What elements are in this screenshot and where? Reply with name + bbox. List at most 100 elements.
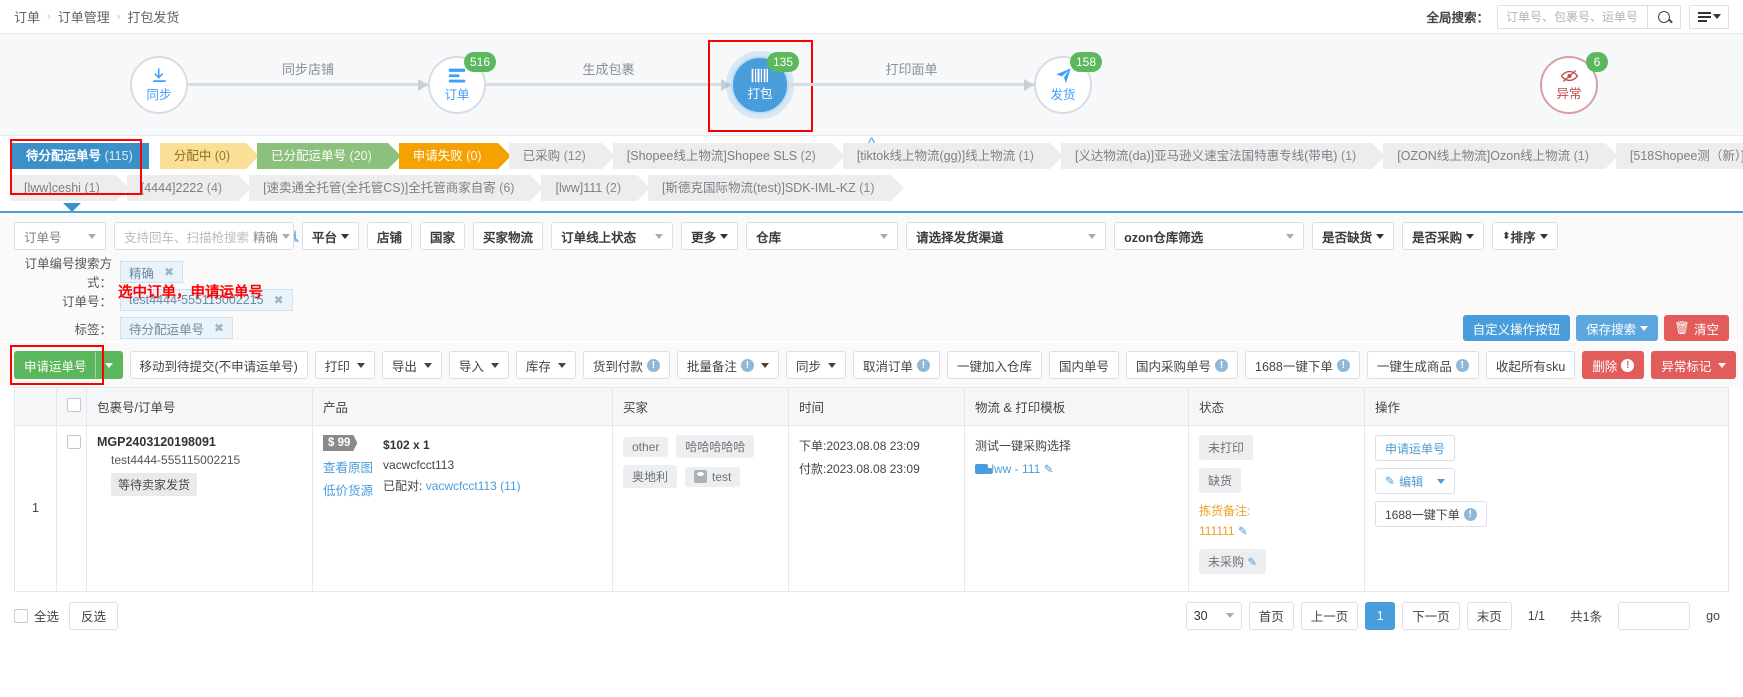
collapse-sku-button[interactable]: 收起所有sku (1485, 351, 1576, 379)
order-no-select[interactable]: 订单号 (14, 222, 106, 250)
domestic-purchase-no-button[interactable]: 国内采购单号 ! (1126, 351, 1239, 379)
goto-page-input[interactable] (1618, 601, 1691, 630)
step-circle-order[interactable]: 订单 516 (428, 51, 496, 114)
tab-lww-111[interactable]: [lww]111 (2) (541, 175, 650, 201)
page-number-1[interactable]: 1 (1365, 601, 1396, 630)
low-price-source-link[interactable]: 低价货源 (323, 480, 373, 499)
tab-sdk-iml-kz[interactable]: [斯德克国际物流(test)]SDK-IML-KZ (1) (648, 175, 904, 201)
tab-allocated-waybill[interactable]: 已分配运单号 (20) (257, 143, 401, 169)
step-circle-pack[interactable]: 打包 135 (731, 51, 799, 114)
stock-status-tag: 缺货 (1199, 468, 1242, 493)
tab-lww-ceshi[interactable]: [lww]ceshi (1) (10, 175, 129, 201)
import-button[interactable]: 导入 (448, 351, 509, 379)
step-circle-sync[interactable]: 同步 (130, 55, 188, 114)
step-sync[interactable]: 同步 (130, 55, 188, 114)
first-page-button[interactable]: 首页 (1248, 601, 1294, 630)
sync-button[interactable]: 同步 (785, 351, 846, 379)
close-icon[interactable]: ✖ (164, 265, 174, 279)
row-1688-order-button[interactable]: 1688一键下单 ! (1375, 501, 1487, 527)
view-menu-button[interactable] (1689, 4, 1729, 29)
goto-button[interactable]: go (1697, 602, 1729, 630)
tab-label: [OZON线上物流]Ozon线上物流 (1397, 149, 1571, 163)
invert-selection-button[interactable]: 反选 (69, 601, 119, 630)
tab-ozon-logistics[interactable]: [OZON线上物流]Ozon线上物流 (1) (1383, 143, 1618, 169)
country-filter[interactable]: 国家 (420, 222, 466, 250)
step-circle-ship[interactable]: 发货 158 (1034, 51, 1102, 114)
buyer-logistics-filter[interactable]: 买家物流 (473, 222, 544, 250)
sort-filter[interactable]: ⬍ 排序 (1492, 222, 1558, 250)
order-online-status-filter[interactable]: 订单线上状态 (551, 222, 674, 250)
clear-button[interactable]: 🗑 清空 (1664, 315, 1729, 341)
edit-icon[interactable]: ✎ (1247, 557, 1257, 569)
tab-518shopee[interactable]: [518Shopee测（新）]所遇到的 (1) (1615, 143, 1743, 169)
tab-pending-waybill[interactable]: 待分配运单号 (115) (10, 143, 149, 169)
view-image-link[interactable]: 查看原图 (323, 457, 373, 476)
exception-mark-button[interactable]: 异常标记 (1651, 351, 1737, 379)
row-edit-button[interactable]: ✎ 编辑 (1375, 468, 1456, 494)
criteria-tag-label[interactable]: 待分配运单号 ✖ (120, 317, 234, 339)
last-page-button[interactable]: 末页 (1466, 601, 1512, 630)
chevron-down-icon (1225, 613, 1234, 619)
generate-product-button[interactable]: 一键生成商品 ! (1366, 351, 1479, 379)
apply-waybill-button[interactable]: 申请运单号 (14, 351, 123, 379)
print-template-name[interactable]: lww - 111 (991, 462, 1040, 476)
more-filter[interactable]: 更多 (681, 222, 739, 250)
edit-icon[interactable]: ✎ (1044, 464, 1054, 476)
search-mode-label[interactable]: 精确 (253, 227, 278, 246)
purchased-filter[interactable]: 是否采购 (1402, 222, 1485, 250)
edit-icon[interactable]: ✎ (1238, 526, 1248, 538)
status-tabs-row-2: [lww]ceshi (1) [4444]2222 (4) [速卖通全托管(全托… (10, 175, 1733, 201)
domestic-tracking-button[interactable]: 国内单号 (1048, 351, 1119, 379)
next-page-button[interactable]: 下一页 (1402, 601, 1460, 630)
tab-purchased[interactable]: 已采购 (12) (508, 143, 616, 169)
platform-filter[interactable]: 平台 (302, 222, 360, 250)
export-button[interactable]: 导出 (381, 351, 442, 379)
tab-shopee-sls[interactable]: [Shopee线上物流]Shopee SLS (2) (612, 143, 845, 169)
step-circle-exception[interactable]: 异常 6 (1540, 51, 1608, 114)
page-size-select[interactable]: 30 (1185, 601, 1242, 630)
tab-apply-failed[interactable]: 申请失败 (0) (398, 143, 511, 169)
select-all-checkbox-footer[interactable] (14, 608, 28, 623)
warehouse-select[interactable]: 仓库 (746, 222, 899, 250)
criteria-tag-search-mode[interactable]: 精确 ✖ (120, 261, 184, 283)
shop-filter[interactable]: 店铺 (367, 222, 413, 250)
tab-yida-logistics[interactable]: [义达物流(da)]亚马逊义速宝法国特惠专线(带电) (1) (1060, 143, 1386, 169)
save-search-button[interactable]: 保存搜索 (1576, 315, 1659, 341)
cancel-order-button[interactable]: 取消订单 ! (852, 351, 940, 379)
search-icon[interactable] (294, 230, 297, 242)
tab-allocating[interactable]: 分配中 (0) (159, 143, 260, 169)
prev-page-button[interactable]: 上一页 (1300, 601, 1359, 630)
out-of-stock-filter[interactable]: 是否缺货 (1312, 222, 1395, 250)
tab-aliexpress-full-custody[interactable]: [速卖通全托管(全托管CS)]全托管商家自寄 (6) (249, 175, 544, 201)
global-search-button[interactable] (1647, 4, 1681, 29)
step-pack[interactable]: 打包 135 (708, 39, 813, 132)
print-button[interactable]: 打印 (314, 351, 375, 379)
1688-order-button[interactable]: 1688一键下单 ! (1245, 351, 1360, 379)
inventory-button[interactable]: 库存 (515, 351, 576, 379)
select-all-label[interactable]: 全选 (14, 606, 59, 625)
product-match-value[interactable]: vacwcfcct113 (11) (426, 479, 521, 493)
step-ship[interactable]: 发货 158 (1034, 51, 1102, 114)
step-order[interactable]: 订单 516 (428, 51, 496, 114)
row-checkbox[interactable] (67, 435, 81, 449)
batch-note-button[interactable]: 批量备注 ! (676, 351, 779, 379)
breadcrumb-item-0[interactable]: 订单 (14, 7, 40, 26)
select-all-checkbox[interactable] (67, 398, 81, 412)
global-search-input[interactable]: 订单号、包裹号、运单号 (1497, 4, 1647, 29)
step-exception[interactable]: 异常 6 (1540, 51, 1608, 114)
search-input[interactable]: 支持回车、扫描枪搜索 精确 (114, 222, 297, 250)
ozon-warehouse-select[interactable]: ozon仓库筛选 (1114, 222, 1305, 250)
custom-buttons-button[interactable]: 自定义操作按钮 (1462, 315, 1571, 341)
close-icon[interactable]: ✖ (274, 293, 284, 307)
chevron-up-icon[interactable]: ^ (868, 135, 875, 152)
cod-button[interactable]: 货到付款 ! (582, 351, 670, 379)
ship-channel-select[interactable]: 请选择发货渠道 (906, 222, 1107, 250)
breadcrumb-item-1[interactable]: 订单管理 (58, 7, 110, 26)
move-to-submit-button[interactable]: 移动到待提交(不申请运单号) (129, 351, 308, 379)
tab-4444-2222[interactable]: [4444]2222 (4) (126, 175, 252, 201)
row-apply-waybill-button[interactable]: 申请运单号 (1375, 435, 1456, 461)
add-to-warehouse-button[interactable]: 一键加入仓库 (946, 351, 1042, 379)
delete-button[interactable]: 删除 ! (1582, 351, 1645, 379)
info-icon: ! (916, 358, 930, 372)
close-icon[interactable]: ✖ (214, 321, 224, 335)
